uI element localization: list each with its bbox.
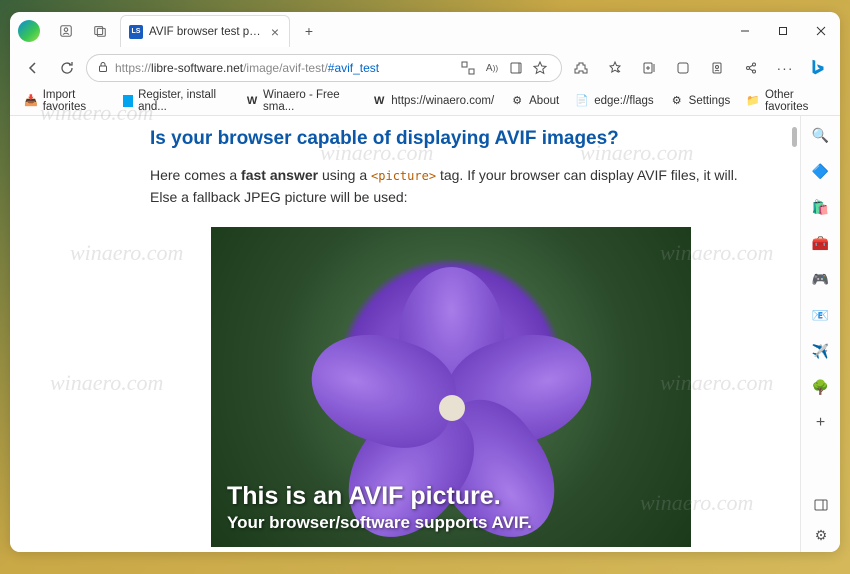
windows-icon — [123, 95, 133, 107]
import-icon: 📥 — [24, 94, 38, 108]
tab-favicon-icon: LS — [129, 25, 143, 39]
read-aloud-icon[interactable]: A)) — [481, 53, 503, 83]
back-button[interactable] — [18, 53, 48, 83]
winaero-icon: W — [246, 94, 258, 108]
image-caption-2: Your browser/software supports AVIF. — [227, 513, 532, 533]
favorite-icon[interactable] — [529, 53, 551, 83]
minimize-button[interactable] — [726, 16, 764, 46]
sidebar-add-icon[interactable]: + — [810, 412, 832, 434]
window-controls — [726, 16, 840, 46]
sidebar-search-icon[interactable]: 🔍 — [810, 124, 832, 146]
page-heading: Is your browser capable of displaying AV… — [150, 128, 752, 150]
bookmark-register[interactable]: Register, install and... — [117, 86, 236, 116]
bookmark-flags[interactable]: 📄edge://flags — [569, 91, 659, 111]
sidebar-tools-icon[interactable]: 🧰 — [810, 232, 832, 254]
bookmark-about[interactable]: ⚙About — [504, 91, 565, 111]
titlebar: LS AVIF browser test page: AVIF su × + — [10, 12, 840, 50]
gear-icon: ⚙ — [670, 94, 684, 108]
bookmark-import[interactable]: 📥Import favorites — [18, 86, 113, 116]
address-bar-row: https://libre-software.net/image/avif-te… — [10, 50, 840, 86]
sidebar-settings-icon[interactable]: ⚙ — [810, 524, 832, 546]
other-favorites[interactable]: 📁Other favorites — [740, 86, 832, 116]
page-paragraph: Here comes a fast answer using a <pictur… — [150, 164, 752, 209]
menu-icon[interactable]: ··· — [770, 53, 800, 83]
edge-logo-icon — [18, 20, 40, 42]
extensions-icon[interactable] — [566, 53, 596, 83]
bookmark-settings[interactable]: ⚙Settings — [664, 91, 737, 111]
profile-icon[interactable] — [52, 17, 80, 45]
tab-close-icon[interactable]: × — [269, 24, 281, 40]
history-icon[interactable] — [702, 53, 732, 83]
close-button[interactable] — [802, 16, 840, 46]
sidebar-collapse-icon[interactable] — [810, 494, 832, 516]
bing-icon[interactable] — [804, 54, 832, 82]
browser-window: LS AVIF browser test page: AVIF su × + h… — [10, 12, 840, 552]
edge-sidebar: 🔍 🔷 🛍️ 🧰 🎮 📧 ✈️ 🌳 + — [800, 116, 840, 552]
lock-icon — [97, 61, 109, 76]
favorites-icon[interactable] — [600, 53, 630, 83]
avif-image: This is an AVIF picture. Your browser/so… — [211, 227, 691, 547]
sidebar-shopping-icon[interactable]: 🛍️ — [810, 196, 832, 218]
translate-icon[interactable] — [457, 53, 479, 83]
sidebar-send-icon[interactable]: ✈️ — [810, 340, 832, 362]
sidebar-discover-icon[interactable]: 🔷 — [810, 160, 832, 182]
bookmark-winaero[interactable]: WWinaero - Free sma... — [240, 86, 362, 116]
downloads-icon[interactable] — [668, 53, 698, 83]
new-tab-button[interactable]: + — [296, 18, 322, 44]
folder-icon: 📁 — [746, 94, 760, 108]
scrollbar-thumb[interactable] — [792, 127, 797, 147]
sidebar-drop-icon[interactable]: 🌳 — [810, 376, 832, 398]
page-icon: 📄 — [575, 94, 589, 108]
sidebar-games-icon[interactable]: 🎮 — [810, 268, 832, 290]
share-icon[interactable] — [736, 53, 766, 83]
address-bar[interactable]: https://libre-software.net/image/avif-te… — [86, 54, 562, 82]
tab-title: AVIF browser test page: AVIF su — [149, 26, 263, 38]
workspaces-icon[interactable] — [86, 17, 114, 45]
maximize-button[interactable] — [764, 16, 802, 46]
collections-icon[interactable] — [634, 53, 664, 83]
gear-icon: ⚙ — [510, 94, 524, 108]
url-text: https://libre-software.net/image/avif-te… — [115, 61, 451, 75]
bookmark-winaero-url[interactable]: Whttps://winaero.com/ — [366, 91, 500, 111]
bookmarks-bar: 📥Import favorites Register, install and.… — [10, 86, 840, 116]
browser-tab[interactable]: LS AVIF browser test page: AVIF su × — [120, 15, 290, 47]
winaero-icon: W — [372, 94, 386, 108]
image-caption-1: This is an AVIF picture. — [227, 482, 532, 511]
reader-icon[interactable] — [505, 53, 527, 83]
sidebar-outlook-icon[interactable]: 📧 — [810, 304, 832, 326]
refresh-button[interactable] — [52, 53, 82, 83]
page-content: Is your browser capable of displaying AV… — [10, 116, 800, 552]
